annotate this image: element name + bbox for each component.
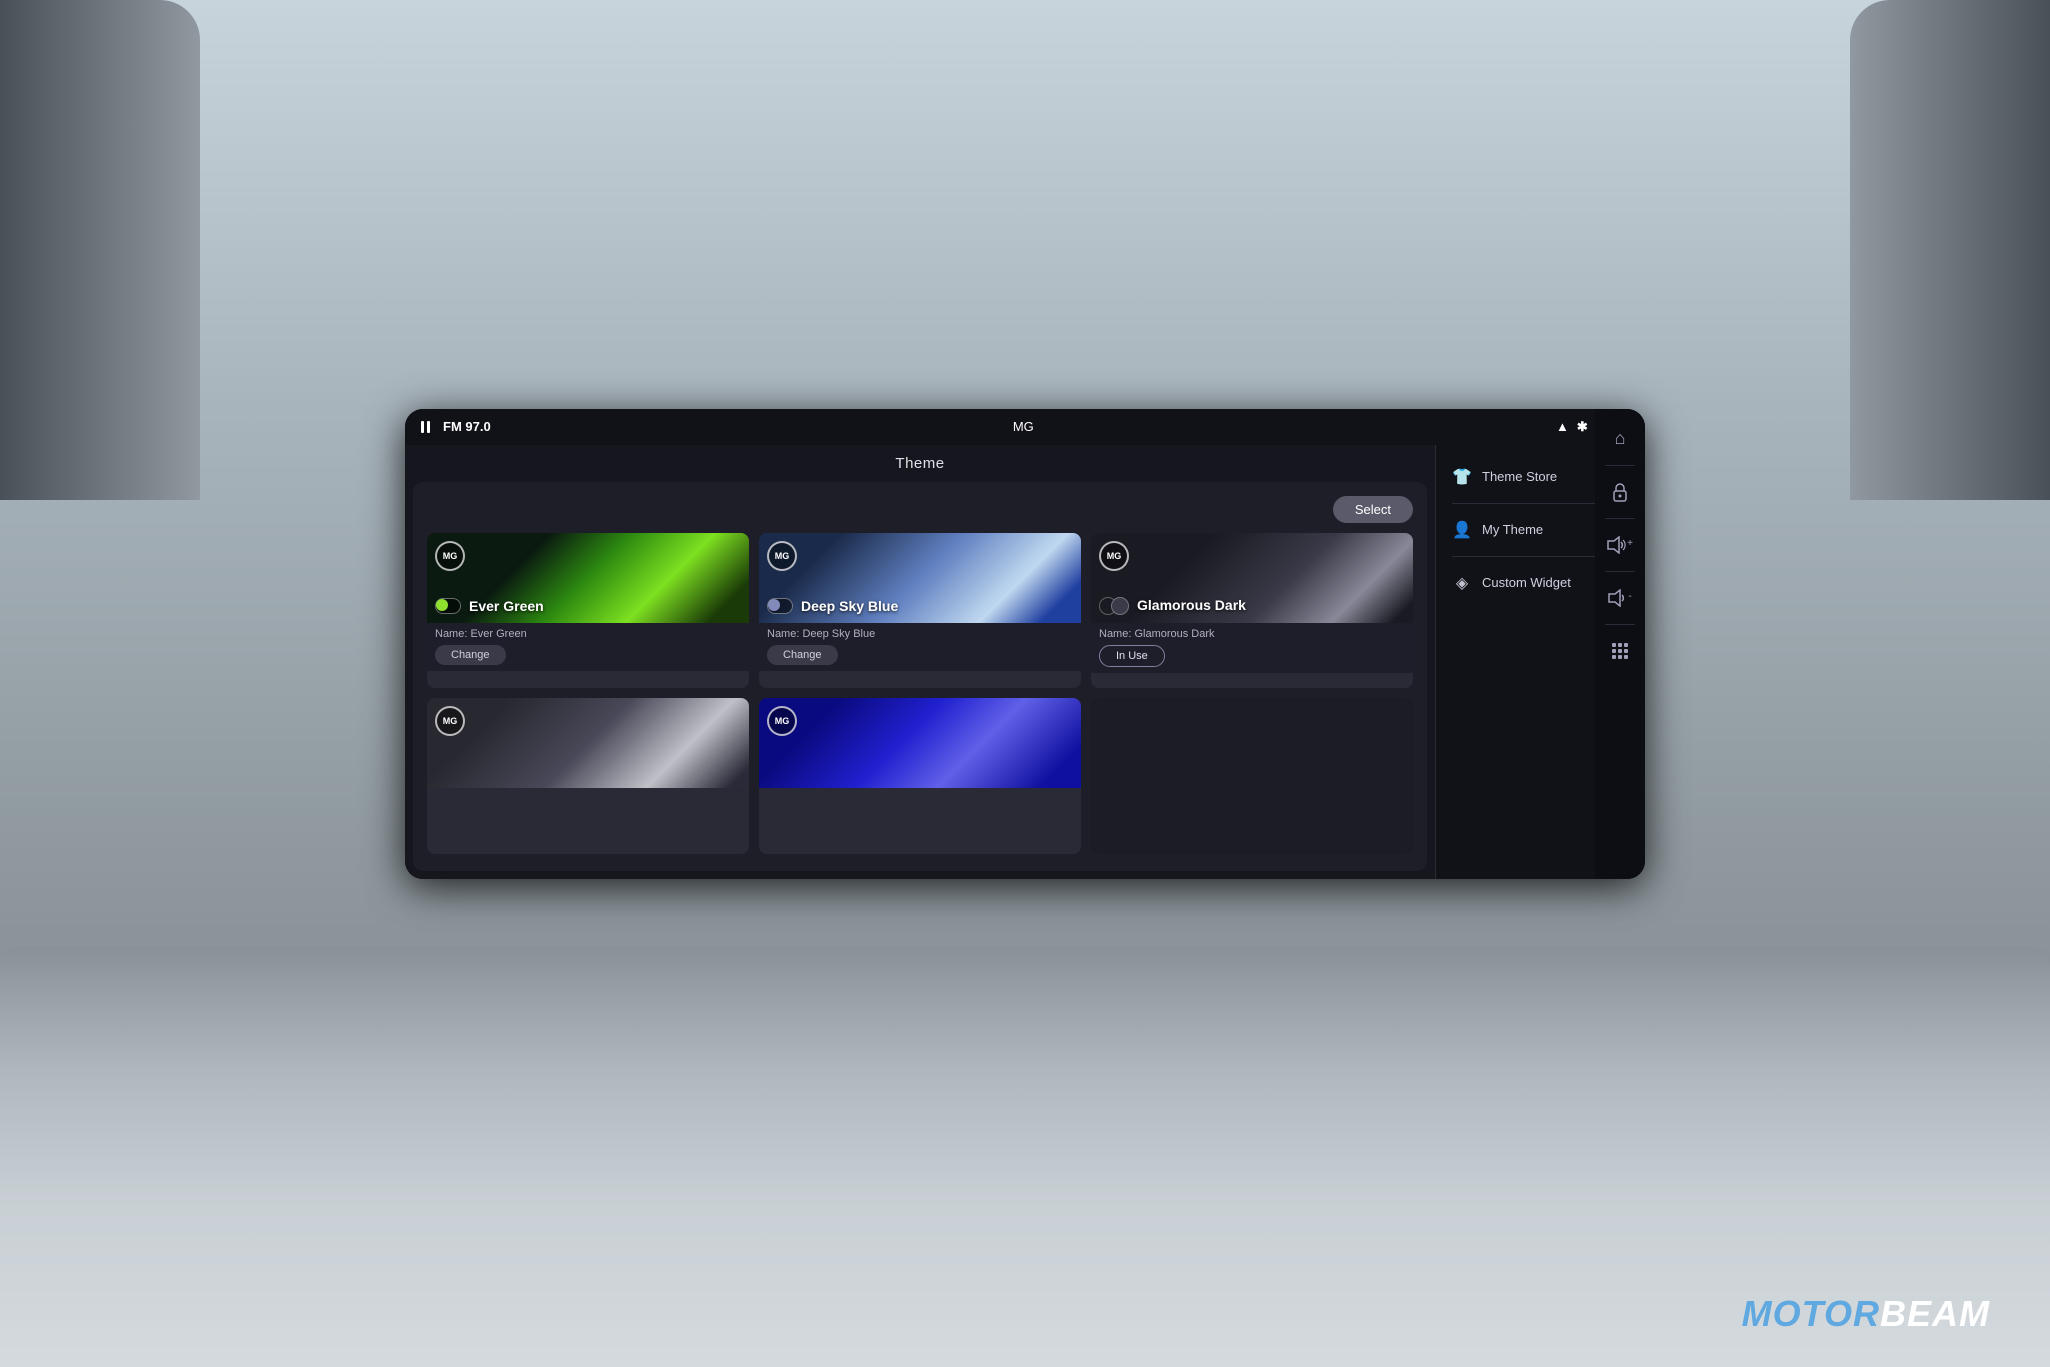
mg-logo-deepskyblue: MG	[767, 541, 797, 571]
select-button[interactable]: Select	[1333, 496, 1413, 523]
theme-grid-container: Select MG Ever Green Name: E	[413, 482, 1427, 871]
bluetooth-icon: ✱	[1577, 419, 1588, 435]
beam-text: BEAM	[1880, 1293, 1990, 1334]
theme-preview-content-evergreen: Ever Green	[435, 598, 741, 615]
theme-preview-unknown1: MG	[427, 698, 749, 788]
theme-preview-name-glamorousdark: Glamorous Dark	[1137, 597, 1246, 614]
icon-bar: ⌂ +	[1595, 409, 1645, 879]
status-bar: FM 97.0 MG ▲ ✱ 16:35	[405, 409, 1645, 445]
theme-preview-unknown2: MG	[759, 698, 1081, 788]
change-button-evergreen[interactable]: Change	[435, 645, 506, 665]
theme-preview-deep-sky-blue: MG Deep Sky Blue	[759, 533, 1081, 623]
mg-logo-unknown2: MG	[767, 706, 797, 736]
motorbeam-watermark: MOTORBEAM	[1742, 1293, 1990, 1335]
content-area: Theme Select MG Ever Green	[405, 445, 1435, 879]
icon-bar-divider-3	[1605, 571, 1635, 572]
theme-card-unknown2: MG	[759, 698, 1081, 854]
volume-up-button[interactable]: +	[1600, 525, 1640, 565]
sidebar-label-custom-widget: Custom Widget	[1482, 575, 1571, 590]
screen-main: Theme Select MG Ever Green	[405, 445, 1645, 879]
theme-card-unknown1: MG	[427, 698, 749, 854]
pause-icon	[421, 421, 433, 433]
radio-label: FM 97.0	[443, 419, 491, 434]
toggle-icon-deepskyblue	[767, 598, 793, 614]
icon-bar-divider-2	[1605, 518, 1635, 519]
motor-text: MOTOR	[1742, 1293, 1880, 1334]
dark-circles-icon	[1099, 597, 1129, 615]
theme-footer-glamorousdark: Name: Glamorous Dark In Use	[1091, 623, 1413, 673]
theme-card-glamorous-dark: MG Glamorous Dark Name: Glamorous Dark	[1091, 533, 1413, 689]
theme-card-empty	[1091, 698, 1413, 854]
volume-down-button[interactable]: -	[1600, 578, 1640, 618]
dark-circle-2	[1111, 597, 1129, 615]
theme-preview-ever-green: MG Ever Green	[427, 533, 749, 623]
icon-bar-divider-1	[1605, 465, 1635, 466]
change-button-deepskyblue[interactable]: Change	[767, 645, 838, 665]
lock-button[interactable]	[1600, 472, 1640, 512]
widget-icon: ◈	[1452, 573, 1472, 593]
theme-footer-evergreen: Name: Ever Green Change	[427, 623, 749, 671]
toggle-icon-evergreen	[435, 598, 461, 614]
shirt-icon: 👕	[1452, 467, 1472, 487]
theme-preview-content-glamorousdark: Glamorous Dark	[1099, 597, 1405, 615]
theme-name-label-evergreen: Name: Ever Green	[435, 628, 741, 640]
theme-card-deep-sky-blue: MG Deep Sky Blue Name: Deep Sky Blue Cha…	[759, 533, 1081, 689]
a-pillar-right	[1850, 0, 2050, 500]
signal-icon: ▲	[1556, 419, 1569, 434]
in-use-button[interactable]: In Use	[1099, 645, 1165, 667]
mg-logo-evergreen: MG	[435, 541, 465, 571]
theme-card-ever-green: MG Ever Green Name: Ever Green Change	[427, 533, 749, 689]
person-circle-icon: 👤	[1452, 520, 1472, 540]
page-title: Theme	[405, 445, 1435, 482]
a-pillar-left	[0, 0, 200, 500]
mg-logo-unknown1: MG	[435, 706, 465, 736]
theme-grid: MG Ever Green Name: Ever Green Change	[427, 533, 1413, 854]
icon-bar-divider-4	[1605, 624, 1635, 625]
status-left: FM 97.0	[421, 419, 491, 434]
mg-logo-status: MG	[1013, 419, 1034, 434]
theme-preview-name-deepskyblue: Deep Sky Blue	[801, 598, 898, 615]
grid-button[interactable]	[1600, 631, 1640, 671]
infotainment-screen: FM 97.0 MG ▲ ✱ 16:35 Theme Select MG	[405, 409, 1645, 879]
mg-logo-glamorousdark: MG	[1099, 541, 1129, 571]
sidebar-label-theme-store: Theme Store	[1482, 469, 1557, 484]
theme-name-label-glamorousdark: Name: Glamorous Dark	[1099, 628, 1405, 640]
home-button[interactable]: ⌂	[1600, 419, 1640, 459]
select-row: Select	[427, 490, 1413, 523]
sidebar-label-my-theme: My Theme	[1482, 522, 1543, 537]
theme-name-label-deepskyblue: Name: Deep Sky Blue	[767, 628, 1073, 640]
theme-preview-name-evergreen: Ever Green	[469, 598, 544, 615]
theme-footer-deepskyblue: Name: Deep Sky Blue Change	[759, 623, 1081, 671]
theme-preview-glamorous-dark: MG Glamorous Dark	[1091, 533, 1413, 623]
theme-preview-content-deepskyblue: Deep Sky Blue	[767, 598, 1073, 615]
